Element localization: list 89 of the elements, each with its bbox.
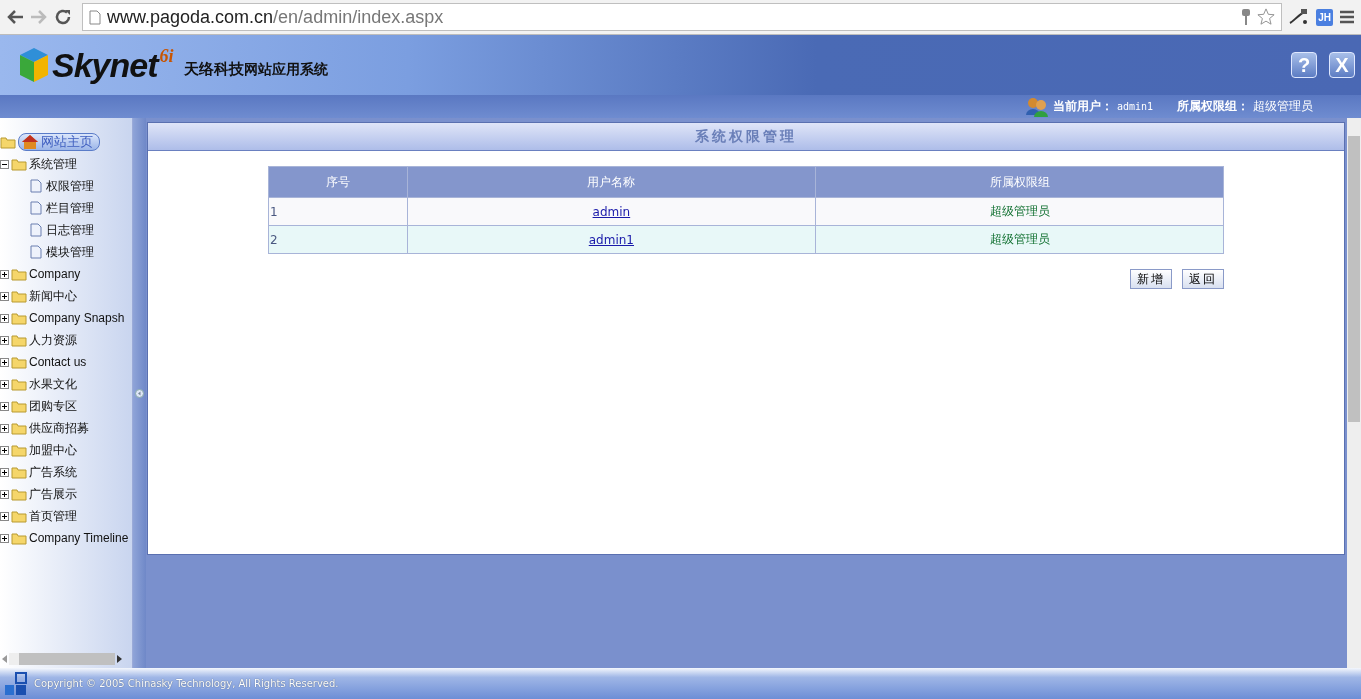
expand-box-icon[interactable] [0, 467, 9, 477]
tree-item[interactable]: 系统管理 [29, 155, 77, 173]
user-link[interactable]: admin1 [588, 232, 634, 247]
page-icon [89, 9, 101, 25]
tree-item[interactable]: 日志管理 [46, 221, 94, 239]
folder-icon [0, 134, 16, 150]
scroll-left-icon[interactable] [2, 655, 7, 663]
folder-icon [11, 156, 27, 172]
column-header: 用户名称 [407, 166, 816, 198]
key-icon[interactable] [1241, 8, 1252, 26]
url-text: www.pagoda.com.cn/en/admin/index.aspx [107, 6, 444, 28]
expand-box-icon[interactable] [0, 533, 9, 543]
cube-logo-icon [18, 45, 50, 84]
folder-icon [11, 310, 27, 326]
folder-icon [11, 398, 27, 414]
folder-icon [11, 354, 27, 370]
logo-text: Skynet [52, 45, 158, 85]
house-icon [21, 134, 39, 150]
tree-item[interactable]: 首页管理 [29, 507, 77, 525]
copyright-text: Copyright © 2005 Chinasky Technology, All Rights Reserved. [34, 678, 339, 689]
table-cell: 2 [268, 225, 408, 254]
extension-icon[interactable]: JH [1316, 8, 1333, 26]
expand-box-icon[interactable] [0, 291, 9, 301]
star-icon[interactable] [1257, 8, 1276, 26]
group-name: 超级管理员 [1253, 98, 1313, 115]
folder-icon [11, 442, 27, 458]
tree-item[interactable]: 加盟中心 [29, 441, 77, 459]
document-icon [30, 179, 42, 193]
collapse-box-icon[interactable] [0, 159, 9, 169]
address-field[interactable]: www.pagoda.com.cn/en/admin/index.aspx [82, 3, 1283, 31]
expand-box-icon[interactable] [0, 357, 9, 367]
folder-icon [11, 288, 27, 304]
tree-item[interactable]: Company [29, 267, 81, 281]
folder-icon [11, 508, 27, 524]
expand-box-icon[interactable] [0, 269, 9, 279]
company-logo-icon [4, 671, 28, 696]
tree-item[interactable]: 广告展示 [29, 485, 77, 503]
tree-item[interactable]: 广告系统 [29, 463, 77, 481]
reload-icon[interactable] [54, 8, 72, 26]
current-user-label: 当前用户： [1052, 98, 1113, 115]
tree-item[interactable]: 模块管理 [46, 243, 94, 261]
group-label: 所属权限组： [1177, 98, 1249, 115]
document-icon [30, 245, 42, 259]
folder-icon [11, 332, 27, 348]
column-header: 序号 [268, 166, 408, 198]
expand-box-icon[interactable] [0, 423, 9, 433]
tree-item[interactable]: 团购专区 [29, 397, 77, 415]
current-user: admin1 [1116, 101, 1153, 112]
table-cell: 超级管理员 [815, 197, 1224, 226]
table-cell: 1 [268, 197, 408, 226]
system-name: 天络科技网站应用系统 [183, 59, 328, 79]
expand-box-icon[interactable] [0, 489, 9, 499]
scroll-right-icon[interactable] [117, 655, 122, 663]
tree-item[interactable]: 权限管理 [46, 177, 94, 195]
collapse-icon[interactable] [135, 388, 144, 398]
back-button[interactable]: 返回 [1182, 269, 1224, 289]
menu-icon[interactable] [1339, 10, 1355, 24]
vertical-scrollbar[interactable] [1347, 118, 1361, 668]
back-icon[interactable] [6, 9, 24, 25]
tree-item[interactable]: Contact us [29, 355, 87, 369]
tree-item[interactable]: 栏目管理 [46, 199, 94, 217]
document-icon [30, 201, 42, 215]
tree-item[interactable]: 人力资源 [29, 331, 77, 349]
home-button[interactable]: 网站主页 [18, 133, 100, 151]
logo-version: 6i [159, 45, 174, 66]
expand-box-icon[interactable] [0, 401, 9, 411]
folder-icon [11, 420, 27, 436]
folder-icon [11, 376, 27, 392]
tree-item[interactable]: Company Timeline [29, 531, 129, 545]
add-button[interactable]: 新增 [1130, 269, 1172, 289]
user-link[interactable]: admin [592, 204, 631, 219]
page-title: 系统权限管理 [148, 123, 1344, 151]
document-icon [30, 223, 42, 237]
expand-box-icon[interactable] [0, 511, 9, 521]
expand-box-icon[interactable] [0, 313, 9, 323]
folder-icon [11, 486, 27, 502]
table-cell: 超级管理员 [815, 225, 1224, 254]
folder-icon [11, 464, 27, 480]
folder-icon [11, 266, 27, 282]
expand-box-icon[interactable] [0, 445, 9, 455]
column-header: 所属权限组 [815, 166, 1224, 198]
tree-item[interactable]: 水果文化 [29, 375, 77, 393]
tree-item[interactable]: 供应商招募 [29, 419, 89, 437]
expand-box-icon[interactable] [0, 335, 9, 345]
folder-icon [11, 530, 27, 546]
tree-item[interactable]: Company Snapsh [29, 311, 125, 325]
expand-box-icon[interactable] [0, 379, 9, 389]
tree-item[interactable]: 新闻中心 [29, 287, 77, 305]
users-icon [1024, 96, 1049, 117]
